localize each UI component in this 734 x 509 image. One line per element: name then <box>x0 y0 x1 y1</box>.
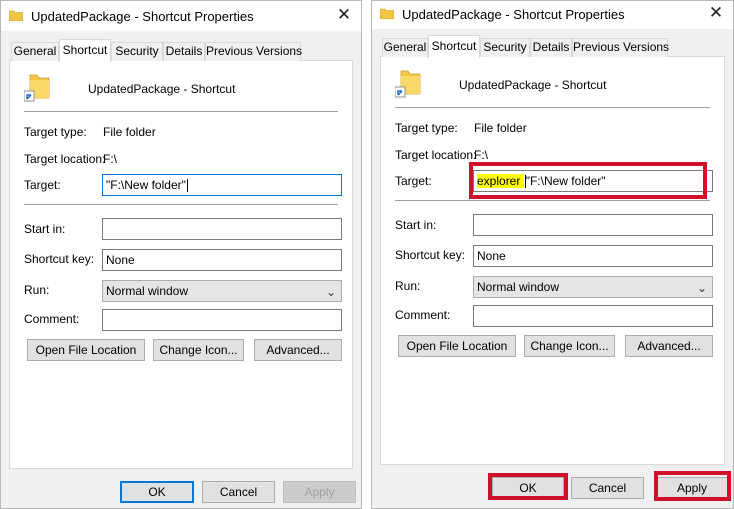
title-bar: UpdatedPackage - Shortcut Properties ✕ <box>1 1 361 31</box>
run-label: Run: <box>24 283 50 297</box>
tab-details[interactable]: Details <box>530 38 572 57</box>
run-label: Run: <box>395 279 421 293</box>
chevron-down-icon: ⌄ <box>696 281 707 295</box>
advanced-button[interactable]: Advanced... <box>625 335 713 357</box>
run-select-value: Normal window <box>106 284 189 298</box>
shortcut-key-input[interactable]: None <box>473 245 713 267</box>
target-location-label: Target location: <box>24 152 106 166</box>
shortcut-key-input[interactable]: None <box>102 249 342 271</box>
tab-security[interactable]: Security <box>111 42 163 61</box>
shortcut-name: UpdatedPackage - Shortcut <box>459 78 607 92</box>
shortcut-folder-icon <box>395 70 421 98</box>
window-title: UpdatedPackage - Shortcut Properties <box>402 7 625 22</box>
annotation-target-highlight <box>469 162 707 199</box>
divider <box>362 0 371 509</box>
properties-dialog-after: UpdatedPackage - Shortcut Properties ✕ G… <box>371 0 734 509</box>
title-bar: UpdatedPackage - Shortcut Properties ✕ <box>372 1 733 29</box>
tab-security[interactable]: Security <box>480 38 530 57</box>
properties-dialog-before: UpdatedPackage - Shortcut Properties ✕ G… <box>0 0 362 509</box>
annotation-ok-highlight <box>488 473 568 500</box>
start-in-label: Start in: <box>24 222 66 236</box>
cancel-button[interactable]: Cancel <box>571 477 644 499</box>
tab-strip: General Shortcut Security Details Previo… <box>380 35 725 58</box>
window-title: UpdatedPackage - Shortcut Properties <box>31 9 254 24</box>
tab-general[interactable]: General <box>382 38 428 57</box>
target-input[interactable]: "F:\New folder" <box>102 174 342 196</box>
target-input-text: "F:\New folder" <box>106 178 186 192</box>
close-icon[interactable]: ✕ <box>335 6 353 24</box>
target-label: Target: <box>395 174 432 188</box>
target-type-value: File folder <box>103 125 156 139</box>
folder-icon <box>380 8 394 19</box>
target-type-value: File folder <box>474 121 527 135</box>
chevron-down-icon: ⌄ <box>325 285 336 299</box>
run-select[interactable]: Normal window ⌄ <box>473 276 713 298</box>
text-caret <box>186 179 188 193</box>
comment-input[interactable] <box>102 309 342 331</box>
separator <box>24 111 338 112</box>
advanced-button[interactable]: Advanced... <box>254 339 342 361</box>
start-in-input[interactable] <box>473 214 713 236</box>
start-in-label: Start in: <box>395 218 437 232</box>
separator <box>395 107 710 108</box>
shortcut-folder-icon <box>24 74 50 102</box>
ok-button[interactable]: OK <box>120 481 194 503</box>
tab-strip: General Shortcut Security Details Previo… <box>9 39 353 62</box>
annotation-apply-highlight <box>654 471 731 501</box>
separator <box>24 204 338 205</box>
run-select-value: Normal window <box>477 280 560 294</box>
comment-input[interactable] <box>473 305 713 327</box>
target-location-label: Target location: <box>395 148 477 162</box>
shortcut-tab-content: UpdatedPackage - Shortcut Target type: F… <box>9 61 353 469</box>
shortcut-key-label: Shortcut key: <box>395 248 466 262</box>
shortcut-name: UpdatedPackage - Shortcut <box>88 82 236 96</box>
target-type-label: Target type: <box>395 121 458 135</box>
tab-previous-versions[interactable]: Previous Versions <box>205 42 302 61</box>
open-file-location-button[interactable]: Open File Location <box>398 335 516 357</box>
start-in-input[interactable] <box>102 218 342 240</box>
shortcut-tab-content: UpdatedPackage - Shortcut Target type: F… <box>380 57 725 465</box>
comment-label: Comment: <box>395 308 451 322</box>
change-icon-button[interactable]: Change Icon... <box>153 339 244 361</box>
target-label: Target: <box>24 178 61 192</box>
apply-button: Apply <box>283 481 356 503</box>
open-file-location-button[interactable]: Open File Location <box>27 339 145 361</box>
tab-previous-versions[interactable]: Previous Versions <box>572 38 669 57</box>
separator <box>395 200 710 201</box>
tab-details[interactable]: Details <box>163 42 205 61</box>
tab-general[interactable]: General <box>11 42 59 61</box>
folder-icon <box>9 10 23 21</box>
run-select[interactable]: Normal window ⌄ <box>102 280 342 302</box>
tab-shortcut[interactable]: Shortcut <box>428 35 480 58</box>
shortcut-key-label: Shortcut key: <box>24 252 95 266</box>
change-icon-button[interactable]: Change Icon... <box>524 335 615 357</box>
target-location-value: F:\ <box>103 152 117 166</box>
cancel-button[interactable]: Cancel <box>202 481 275 503</box>
tab-shortcut[interactable]: Shortcut <box>59 39 111 62</box>
target-type-label: Target type: <box>24 125 87 139</box>
comment-label: Comment: <box>24 312 80 326</box>
close-icon[interactable]: ✕ <box>707 4 725 22</box>
target-location-value: F:\ <box>474 148 488 162</box>
